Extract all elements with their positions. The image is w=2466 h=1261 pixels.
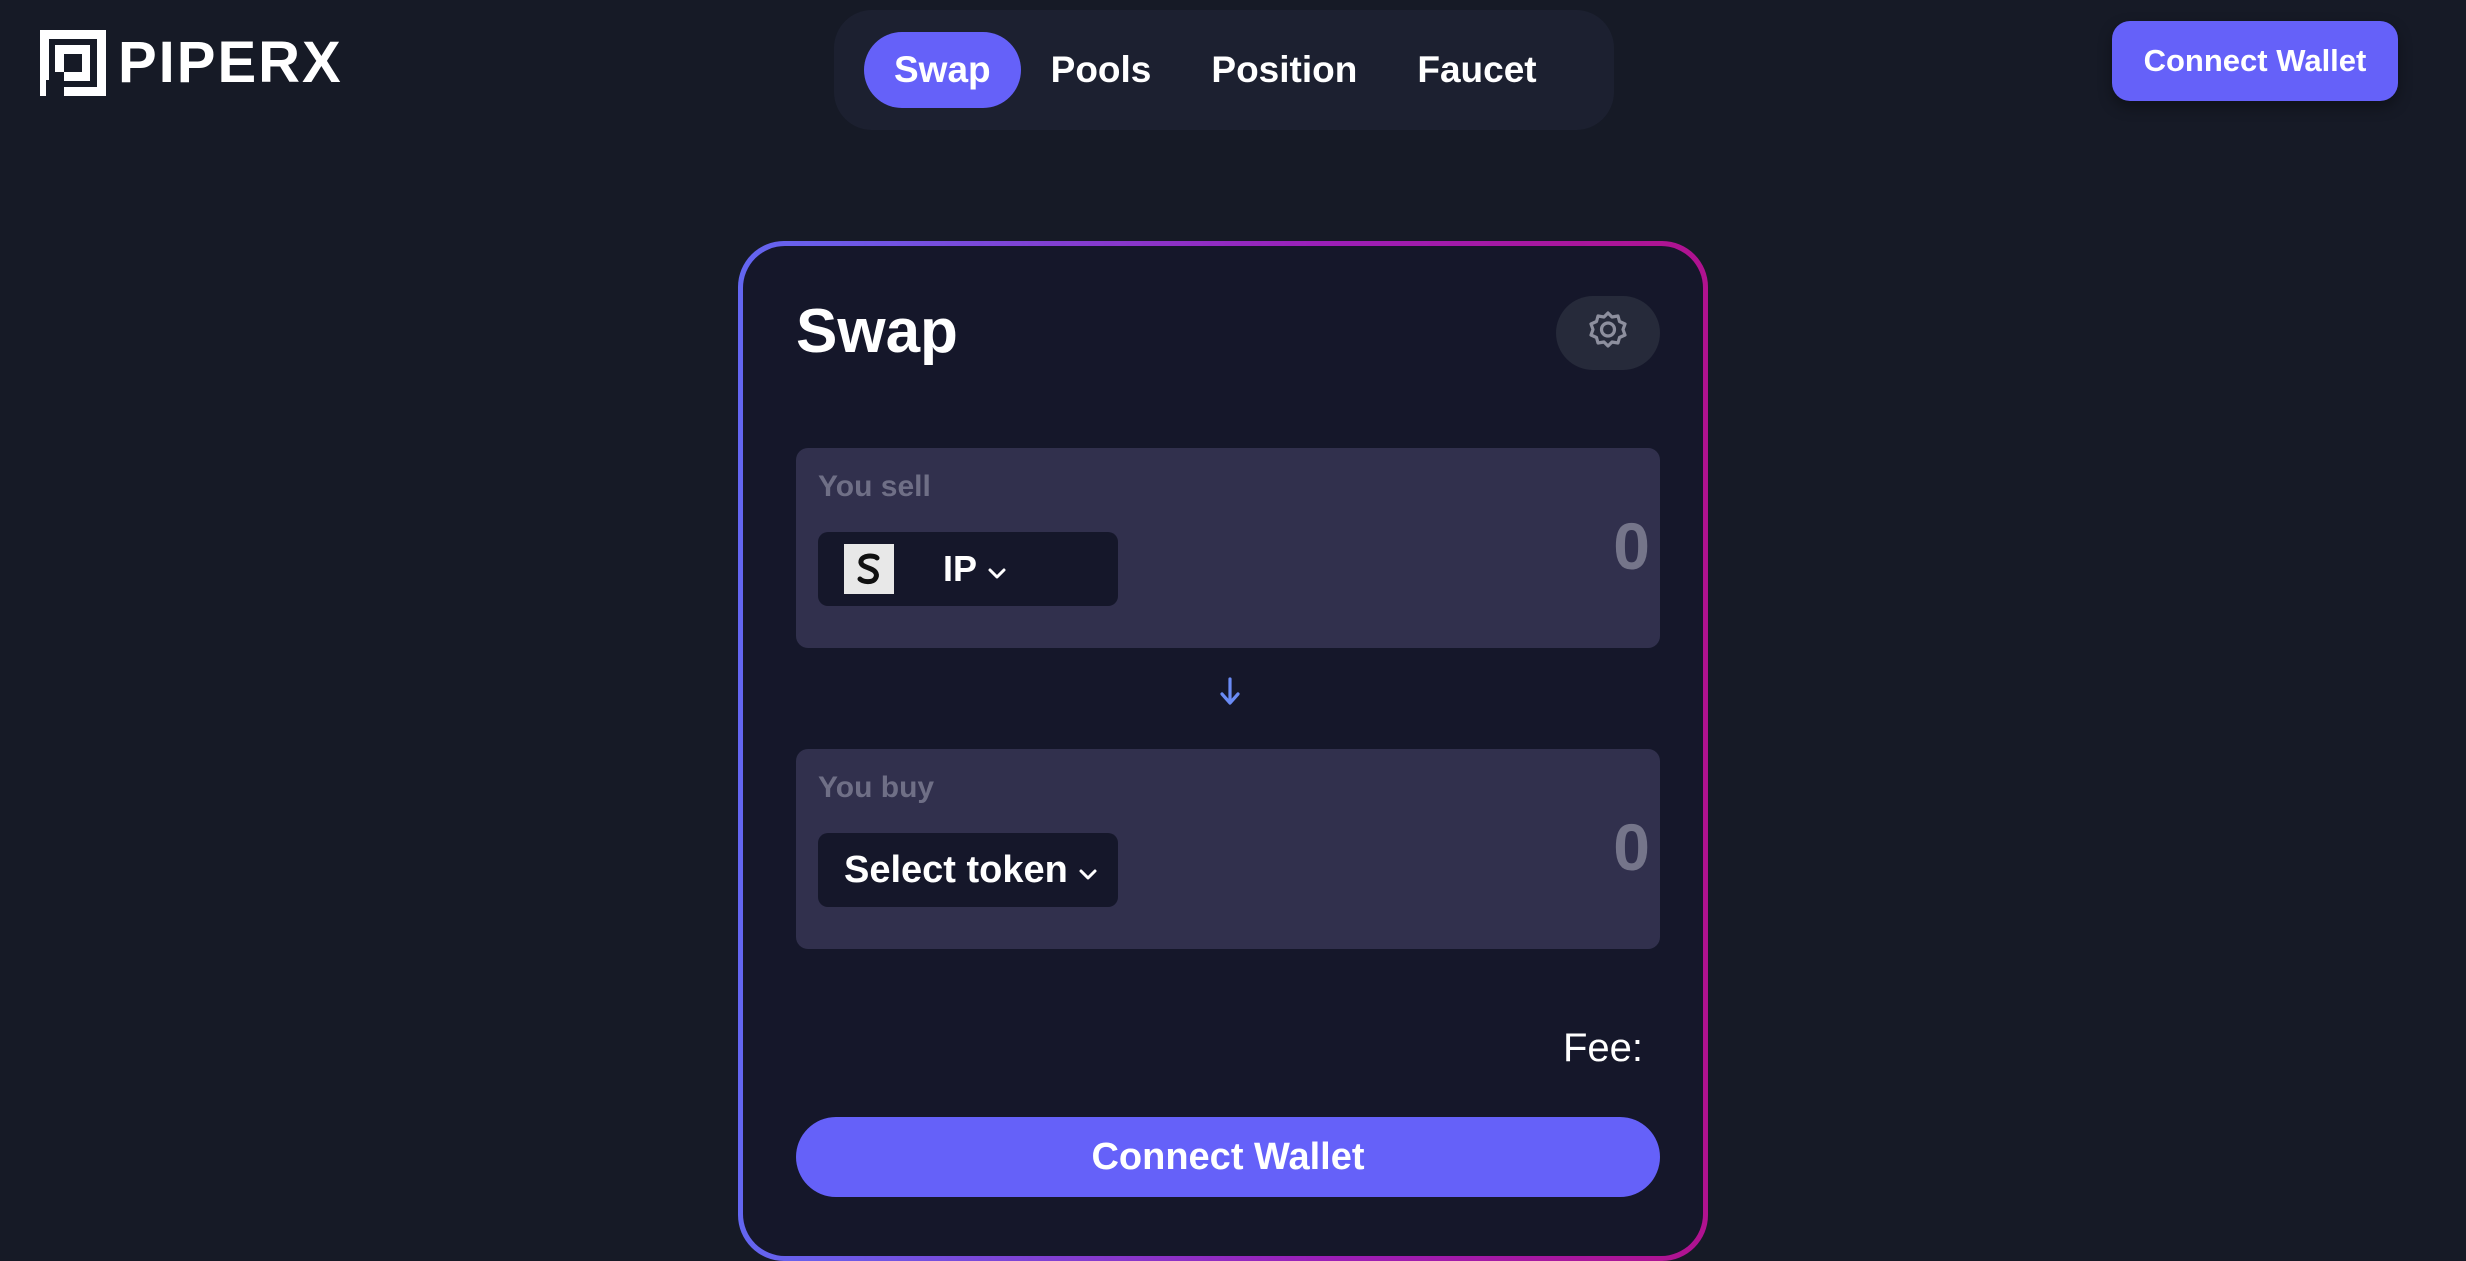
buy-amount-input[interactable]: 0 <box>1613 809 1650 885</box>
arrow-down-icon[interactable] <box>1218 676 1242 708</box>
brand-name: PIPERX <box>118 30 343 95</box>
nav-tab-faucet[interactable]: Faucet <box>1387 32 1566 108</box>
select-token-label: Select token <box>844 833 1098 907</box>
sell-label: You sell <box>818 470 931 503</box>
sell-amount-input[interactable]: 0 <box>1613 508 1650 584</box>
fee-label: Fee: <box>1562 1026 1643 1070</box>
sell-panel: You sell IP 0 <box>796 448 1660 648</box>
chevron-down-icon <box>1078 849 1098 892</box>
select-token-text: Select token <box>844 848 1068 891</box>
sell-token-selector[interactable]: IP <box>818 532 1118 606</box>
gear-icon <box>1585 308 1631 359</box>
header-connect-wallet-button[interactable]: Connect Wallet <box>2112 21 2398 101</box>
story-ip-token-icon <box>844 544 894 594</box>
top-header: PIPERX Swap Pools Position Faucet Connec… <box>0 0 2466 140</box>
nav-tab-swap[interactable]: Swap <box>864 32 1021 108</box>
sell-token-symbol: IP <box>943 532 1007 606</box>
brand-logo[interactable]: PIPERX <box>40 30 343 96</box>
main-nav: Swap Pools Position Faucet <box>834 10 1614 130</box>
sell-token-symbol-text: IP <box>943 548 978 589</box>
buy-panel: You buy Select token 0 <box>796 749 1660 949</box>
nav-tab-position[interactable]: Position <box>1181 32 1387 108</box>
buy-token-selector[interactable]: Select token <box>818 833 1118 907</box>
piperx-logo-icon <box>40 30 106 96</box>
chevron-down-icon <box>987 548 1007 590</box>
buy-label: You buy <box>818 771 935 804</box>
swap-card-border: Swap You sell IP 0 You buy Select token … <box>738 241 1708 1261</box>
settings-button[interactable] <box>1556 296 1660 370</box>
swap-card-title: Swap <box>796 297 958 366</box>
swap-card: Swap You sell IP 0 You buy Select token … <box>743 246 1703 1256</box>
connect-wallet-button[interactable]: Connect Wallet <box>796 1117 1660 1197</box>
nav-tab-pools[interactable]: Pools <box>1021 32 1182 108</box>
